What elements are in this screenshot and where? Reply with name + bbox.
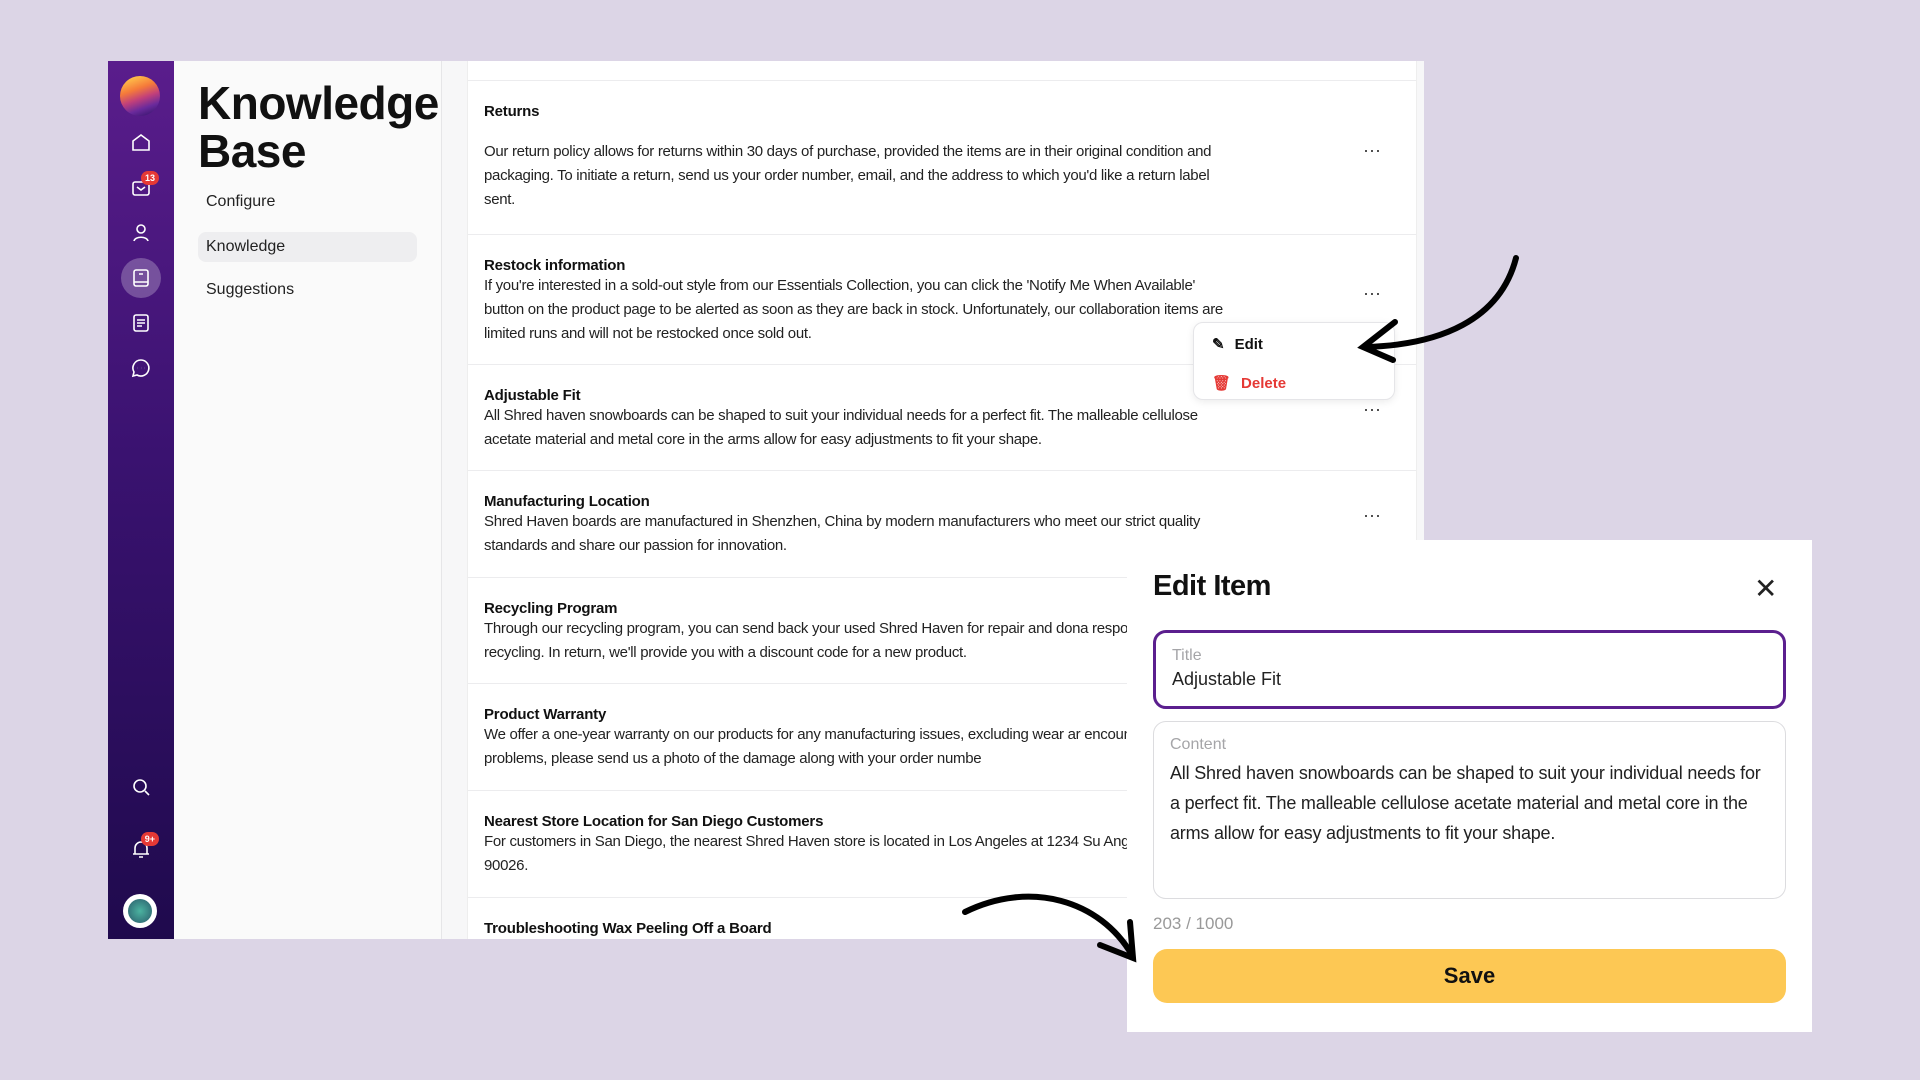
content-value: All Shred haven snowboards can be shaped… <box>1170 763 1761 843</box>
character-counter: 203 / 1000 <box>1153 914 1234 933</box>
more-options-icon[interactable]: ⋯ <box>1363 141 1382 162</box>
menu-delete-label: Delete <box>1241 374 1287 392</box>
nav-knowledge[interactable]: Knowledge <box>198 232 417 262</box>
nav-configure[interactable]: Configure <box>198 187 417 217</box>
item-title: Restock information <box>484 257 626 274</box>
logo[interactable] <box>120 76 160 116</box>
more-options-icon[interactable]: ⋯ <box>1363 506 1382 527</box>
pencil-icon: ✎ <box>1212 336 1225 353</box>
page-title: Knowledge Base <box>198 77 439 177</box>
more-options-icon[interactable]: ⋯ <box>1363 284 1382 305</box>
menu-delete[interactable]: 🗑 Delete <box>1212 374 1287 393</box>
content-field[interactable]: Content All Shred haven snowboards can b… <box>1153 721 1786 899</box>
secondary-nav: Knowledge Base Configure Knowledge Sugge… <box>174 61 442 939</box>
modal-title: Edit Item <box>1153 570 1271 602</box>
sidebar-contacts[interactable] <box>121 213 161 253</box>
sidebar-notifications[interactable]: 9+ <box>121 829 161 869</box>
title-label: Title <box>1172 647 1202 664</box>
item-body: Shred Haven boards are manufactured in S… <box>484 513 1201 554</box>
avatar[interactable] <box>123 894 157 928</box>
sidebar-home[interactable] <box>121 123 161 163</box>
item-body: All Shred haven snowboards can be shaped… <box>484 407 1198 448</box>
item-body: Through our recycling program, you can s… <box>484 620 1166 661</box>
title-value: Adjustable Fit <box>1172 669 1282 689</box>
sidebar-knowledge[interactable] <box>121 258 161 298</box>
save-button[interactable]: Save <box>1153 949 1786 1003</box>
more-options-icon[interactable]: ⋯ <box>1363 400 1382 421</box>
content-label: Content <box>1170 736 1227 753</box>
inbox-badge: 13 <box>140 171 159 185</box>
item-body: For customers in San Diego, the nearest … <box>484 833 1183 874</box>
notifications-badge: 9+ <box>140 832 159 846</box>
sidebar-search[interactable] <box>121 767 161 807</box>
title-field[interactable]: Title Adjustable Fit <box>1153 630 1786 709</box>
item-title: Returns <box>484 103 540 120</box>
item-body: If you're interested in a sold-out style… <box>484 277 1223 342</box>
edit-item-modal: Edit Item ✕ Title Adjustable Fit Content… <box>1127 540 1812 1032</box>
item-body: Our return policy allows for returns wit… <box>484 143 1212 208</box>
list-item[interactable]: Returns Our return policy allows for ret… <box>468 80 1416 234</box>
menu-edit[interactable]: ✎ Edit <box>1212 335 1263 354</box>
icon-sidebar: 13 9+ <box>108 61 174 939</box>
sidebar-chat[interactable] <box>121 348 161 388</box>
item-title: Manufacturing Location <box>484 493 650 510</box>
sidebar-inbox[interactable]: 13 <box>121 168 161 208</box>
avatar-image <box>128 899 152 923</box>
search-icon <box>133 779 150 796</box>
chat-icon <box>131 359 150 378</box>
home-icon <box>132 134 150 151</box>
item-body: We offer a one-year warranty on our prod… <box>484 726 1176 767</box>
sidebar-documents[interactable] <box>121 303 161 343</box>
book-icon <box>133 269 149 287</box>
user-icon <box>133 224 149 242</box>
close-icon[interactable]: ✕ <box>1754 572 1777 605</box>
document-icon <box>133 314 149 332</box>
nav-suggestions[interactable]: Suggestions <box>198 275 417 305</box>
menu-edit-label: Edit <box>1234 335 1263 353</box>
trash-icon: 🗑 <box>1212 375 1232 392</box>
context-menu: ✎ Edit 🗑 Delete <box>1193 322 1395 400</box>
